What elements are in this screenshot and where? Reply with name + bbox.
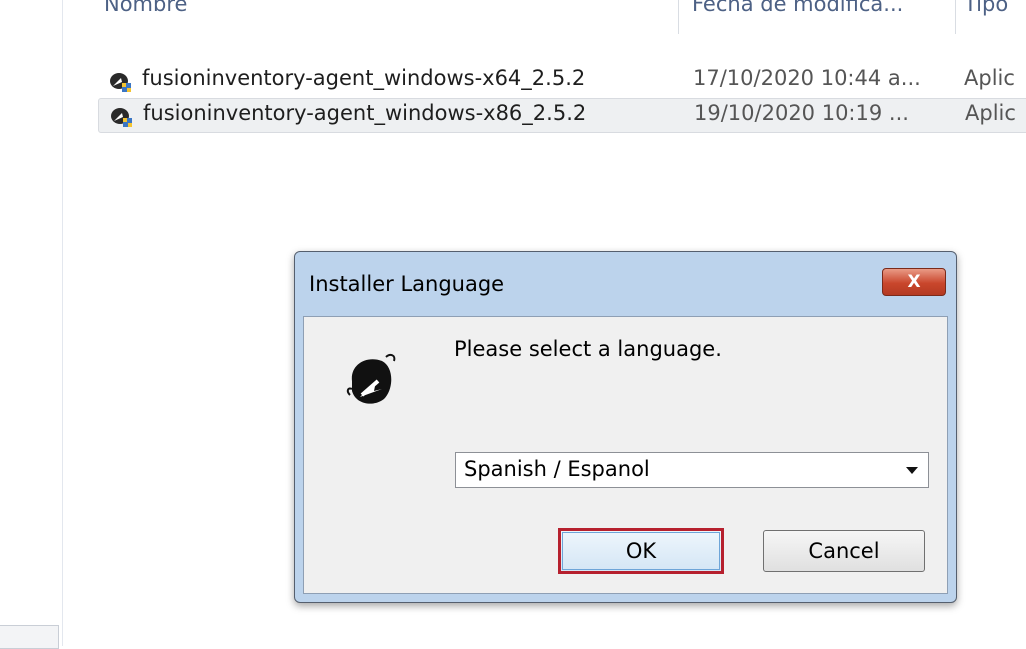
file-name: fusioninventory-agent_windows-x64_2.5.2: [142, 66, 586, 90]
navigation-pane-footer: [0, 625, 59, 649]
language-prompt: Please select a language.: [454, 337, 722, 361]
cancel-button-label: Cancel: [808, 539, 880, 563]
file-date: 19/10/2020 10:19 ...: [694, 101, 909, 125]
file-list-header: Nombre Fecha de modifica... Tipo: [62, 0, 1026, 34]
installer-language-dialog: Installer Language X Please select a lan…: [294, 251, 957, 603]
installer-file-icon: [110, 73, 131, 92]
close-icon: X: [907, 272, 921, 292]
file-type: Aplic: [964, 66, 1015, 90]
close-button[interactable]: X: [882, 268, 946, 296]
installer-file-icon: [111, 108, 132, 127]
file-row-selected[interactable]: fusioninventory-agent_windows-x86_2.5.2 …: [98, 98, 1026, 133]
file-name: fusioninventory-agent_windows-x86_2.5.2: [143, 101, 587, 125]
file-date: 17/10/2020 10:44 a...: [693, 66, 921, 90]
column-header-name[interactable]: Nombre: [104, 0, 187, 16]
file-row[interactable]: fusioninventory-agent_windows-x64_2.5.2 …: [98, 64, 1026, 97]
language-dropdown-value: Spanish / Espanol: [464, 457, 650, 481]
file-type: Aplic: [965, 101, 1016, 125]
column-separator[interactable]: [955, 0, 956, 34]
dialog-titlebar[interactable]: Installer Language X: [295, 252, 956, 316]
column-header-type[interactable]: Tipo: [964, 0, 1008, 16]
chevron-down-icon: [906, 467, 918, 474]
ok-button[interactable]: OK: [558, 528, 724, 574]
column-header-date[interactable]: Fecha de modifica...: [692, 0, 952, 16]
dialog-content: Please select a language. Spanish / Espa…: [303, 316, 948, 594]
language-dropdown[interactable]: Spanish / Espanol: [455, 452, 929, 488]
column-separator[interactable]: [678, 0, 679, 34]
navigation-pane: [0, 0, 63, 646]
ok-button-label: OK: [625, 539, 657, 563]
dialog-title: Installer Language: [309, 272, 505, 296]
installer-app-icon: [346, 353, 396, 404]
cancel-button[interactable]: Cancel: [763, 530, 925, 572]
